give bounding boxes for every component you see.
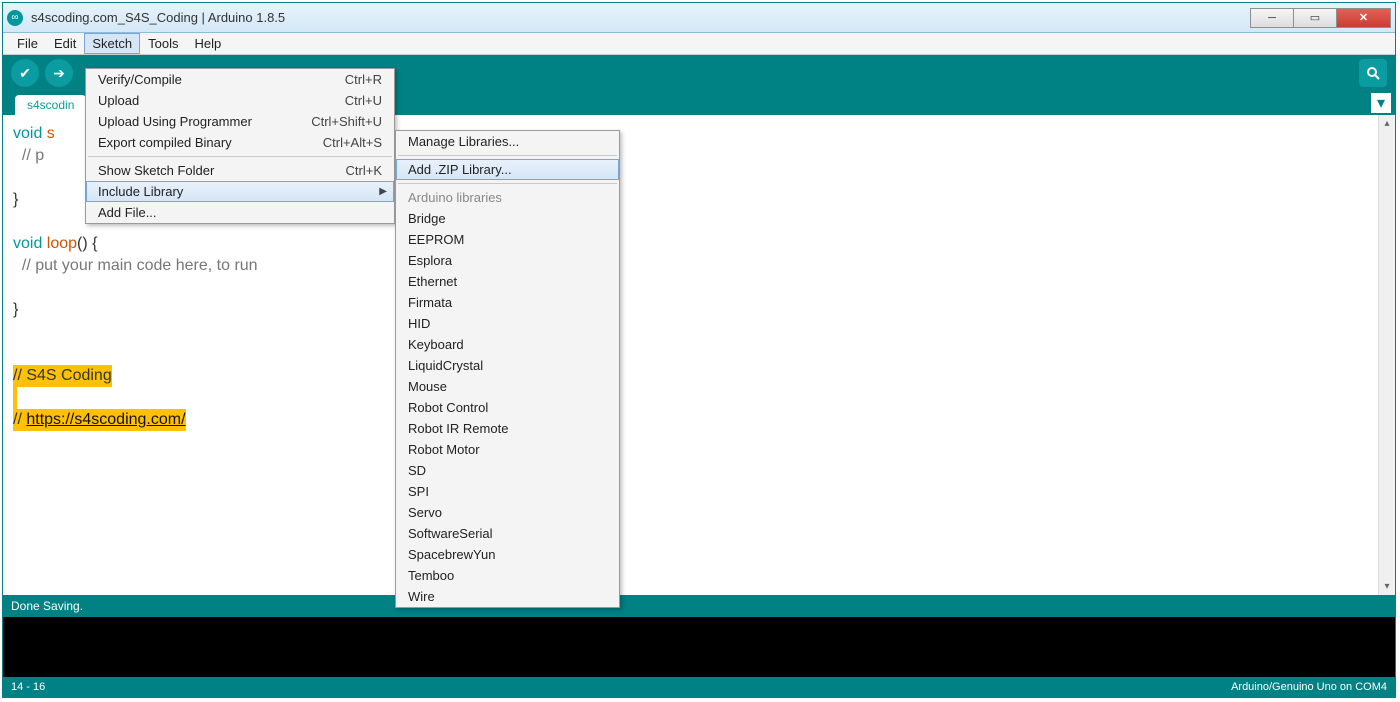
menu-library-spacebrewyun[interactable]: SpacebrewYun <box>396 544 619 565</box>
scroll-up-icon[interactable]: ▴ <box>1379 115 1395 132</box>
arduino-icon <box>7 10 23 26</box>
menu-export-binary[interactable]: Export compiled BinaryCtrl+Alt+S <box>86 132 394 153</box>
console-output <box>3 617 1395 677</box>
menu-library-sd[interactable]: SD <box>396 460 619 481</box>
menu-library-mouse[interactable]: Mouse <box>396 376 619 397</box>
menu-separator <box>398 155 617 156</box>
code-text: void <box>13 125 47 142</box>
sketch-tab[interactable]: s4scodin <box>15 95 86 115</box>
scroll-down-icon[interactable]: ▾ <box>1379 578 1395 595</box>
code-text <box>13 277 1385 299</box>
menu-file[interactable]: File <box>9 33 46 54</box>
menu-library-esplora[interactable]: Esplora <box>396 250 619 271</box>
board-port-label: Arduino/Genuino Uno on COM4 <box>1231 681 1387 693</box>
menu-manage-libraries[interactable]: Manage Libraries... <box>396 131 619 152</box>
menu-library-liquidcrystal[interactable]: LiquidCrystal <box>396 355 619 376</box>
code-link[interactable]: https://s4scoding.com/ <box>26 411 185 428</box>
submenu-arrow-icon: ▶ <box>379 186 387 197</box>
menu-tools[interactable]: Tools <box>140 33 186 54</box>
menu-library-firmata[interactable]: Firmata <box>396 292 619 313</box>
window-controls: ─ ▭ ✕ <box>1251 8 1391 28</box>
code-text: } <box>13 299 1385 321</box>
menu-library-eeprom[interactable]: EEPROM <box>396 229 619 250</box>
menu-library-wire[interactable]: Wire <box>396 586 619 607</box>
menu-upload[interactable]: UploadCtrl+U <box>86 90 394 111</box>
menu-edit[interactable]: Edit <box>46 33 84 54</box>
menu-library-servo[interactable]: Servo <box>396 502 619 523</box>
menu-library-robot-control[interactable]: Robot Control <box>396 397 619 418</box>
code-text: s <box>47 125 55 142</box>
titlebar: s4scoding.com_S4S_Coding | Arduino 1.8.5… <box>3 3 1395 33</box>
minimize-button[interactable]: ─ <box>1250 8 1294 28</box>
status-bar: 14 - 16 Arduino/Genuino Uno on COM4 <box>3 677 1395 697</box>
submenu-header: Arduino libraries <box>396 187 619 208</box>
menu-separator <box>398 183 617 184</box>
menu-add-zip-library[interactable]: Add .ZIP Library... <box>396 159 619 180</box>
menu-help[interactable]: Help <box>186 33 229 54</box>
menu-add-file[interactable]: Add File... <box>86 202 394 223</box>
serial-monitor-icon <box>1365 65 1381 81</box>
menu-separator <box>88 156 392 157</box>
menu-verify-compile[interactable]: Verify/CompileCtrl+R <box>86 69 394 90</box>
maximize-button[interactable]: ▭ <box>1293 8 1337 28</box>
menu-library-hid[interactable]: HID <box>396 313 619 334</box>
menu-library-temboo[interactable]: Temboo <box>396 565 619 586</box>
code-text: loop <box>47 235 77 252</box>
menu-include-library[interactable]: Include Library▶ <box>86 181 394 202</box>
menu-library-bridge[interactable]: Bridge <box>396 208 619 229</box>
verify-button[interactable]: ✔ <box>11 59 39 87</box>
tab-menu-button[interactable]: ▾ <box>1371 93 1391 113</box>
menu-library-robot-ir-remote[interactable]: Robot IR Remote <box>396 418 619 439</box>
close-button[interactable]: ✕ <box>1336 8 1391 28</box>
code-text: void <box>13 235 47 252</box>
code-text: // put your main code here, to run <box>13 255 1385 277</box>
upload-button[interactable]: ➔ <box>45 59 73 87</box>
status-message: Done Saving. <box>3 595 1395 617</box>
code-text: () { <box>77 235 97 252</box>
window-title: s4scoding.com_S4S_Coding | Arduino 1.8.5 <box>31 10 1251 25</box>
menu-library-spi[interactable]: SPI <box>396 481 619 502</box>
menu-library-ethernet[interactable]: Ethernet <box>396 271 619 292</box>
sketch-dropdown: Verify/CompileCtrl+R UploadCtrl+U Upload… <box>85 68 395 224</box>
menu-upload-using-programmer[interactable]: Upload Using ProgrammerCtrl+Shift+U <box>86 111 394 132</box>
menu-library-softwareserial[interactable]: SoftwareSerial <box>396 523 619 544</box>
menubar: File Edit Sketch Tools Help <box>3 33 1395 55</box>
cursor-position: 14 - 16 <box>11 681 45 693</box>
menu-show-sketch-folder[interactable]: Show Sketch FolderCtrl+K <box>86 160 394 181</box>
menu-library-robot-motor[interactable]: Robot Motor <box>396 439 619 460</box>
menu-sketch[interactable]: Sketch <box>84 33 140 54</box>
editor-scrollbar[interactable]: ▴ ▾ <box>1378 115 1395 595</box>
serial-monitor-button[interactable] <box>1359 59 1387 87</box>
code-highlight: // S4S Coding <box>13 365 112 387</box>
code-highlight <box>13 387 17 409</box>
include-library-submenu: Manage Libraries... Add .ZIP Library... … <box>395 130 620 608</box>
code-text: // <box>13 411 26 428</box>
code-highlight: // https://s4scoding.com/ <box>13 409 186 431</box>
menu-library-keyboard[interactable]: Keyboard <box>396 334 619 355</box>
